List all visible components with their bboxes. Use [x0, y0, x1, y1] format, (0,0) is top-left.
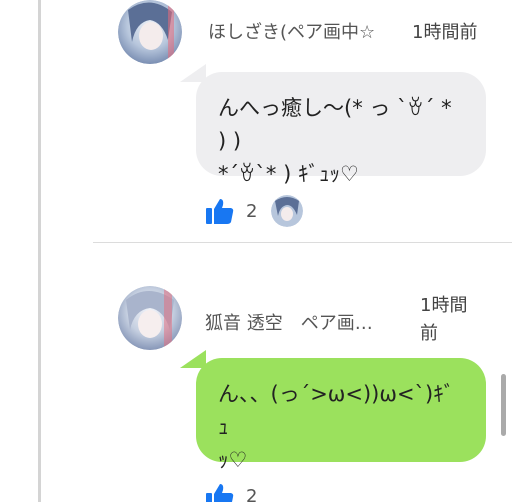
- avatar[interactable]: [118, 0, 182, 64]
- thumbs-up-icon[interactable]: [205, 197, 235, 225]
- comment-time: 1時間 前: [420, 292, 467, 348]
- liker-avatar[interactable]: [271, 195, 303, 227]
- like-count: 2: [246, 201, 258, 222]
- comment-text-line: んへっ癒し〜(* っ `ꈊ´ * ) ): [218, 96, 452, 153]
- comment-text-line: *´ꈊ`* ) ｷﾞｭｯ♡: [218, 162, 359, 186]
- like-count: 2: [246, 486, 258, 502]
- comment-text-line: ん、、(っ´>ω<))ω<`)ｷﾞｭ: [218, 382, 455, 439]
- thread-line: [38, 0, 41, 502]
- scrollbar[interactable]: [501, 374, 506, 436]
- thumbs-up-icon[interactable]: [205, 482, 235, 502]
- comment-user-name[interactable]: ほしざき(ペア画中☆: [208, 18, 393, 44]
- comment-user-name[interactable]: 狐音 透空 ペア画…: [205, 309, 390, 335]
- comment-text-line: ｯ♡: [218, 448, 248, 472]
- comment-time: 1時間前: [412, 22, 478, 43]
- avatar[interactable]: [118, 286, 182, 350]
- comment-time-line: 前: [420, 323, 438, 344]
- comment-time-line: 1時間: [420, 295, 468, 316]
- comment-bubble: ん、、(っ´>ω<))ω<`)ｷﾞｭ ｯ♡: [196, 358, 486, 472]
- comment-bubble: んへっ癒し〜(* っ `ꈊ´ * ) ) *´ꈊ`* ) ｷﾞｭｯ♡: [196, 72, 486, 186]
- divider: [93, 242, 512, 243]
